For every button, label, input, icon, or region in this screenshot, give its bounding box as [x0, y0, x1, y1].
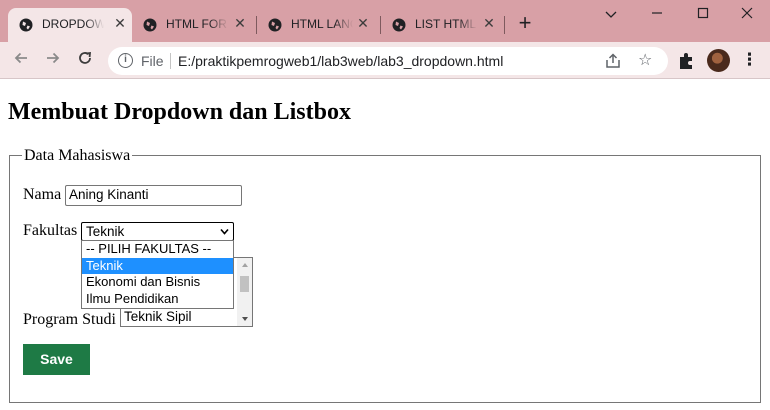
back-icon	[14, 52, 27, 64]
tab-html-lang[interactable]: HTML LANG ✕	[257, 8, 381, 42]
listbox-scrollbar[interactable]	[237, 258, 252, 326]
extensions-icon[interactable]	[676, 51, 696, 71]
tab-search-button[interactable]	[588, 0, 634, 30]
tab-list-html[interactable]: LIST HTML ✕	[381, 8, 505, 42]
back-button[interactable]	[10, 50, 32, 72]
fakultas-selected-value: Teknik	[86, 224, 125, 239]
maximize-button[interactable]	[680, 0, 726, 30]
forward-button[interactable]	[42, 50, 64, 72]
dropdown-option[interactable]: -- PILIH FAKULTAS --	[82, 241, 233, 258]
dropdown-option[interactable]: Ilmu Pendidikan	[82, 291, 233, 308]
globe-icon	[268, 18, 282, 32]
close-tab-icon[interactable]: ✕	[355, 15, 371, 31]
close-icon	[741, 7, 753, 19]
share-icon[interactable]	[604, 52, 622, 70]
close-tab-icon[interactable]: ✕	[112, 15, 128, 31]
chevron-down-icon	[220, 228, 229, 235]
close-tab-icon[interactable]: ✕	[232, 15, 248, 31]
tab-html-form[interactable]: HTML FORM ✕	[132, 8, 256, 42]
minimize-icon	[652, 12, 662, 14]
dropdown-option-selected[interactable]: Teknik	[82, 257, 233, 274]
address-bar[interactable]: i File E:/praktikpemrogweb1/lab3web/lab3…	[108, 47, 668, 75]
star-icon[interactable]: ☆	[638, 50, 652, 69]
save-button[interactable]: Save	[23, 344, 90, 375]
tab-strip: DROPDOWN ✕ HTML FORM ✕ HTML LANG ✕ LIST …	[0, 0, 770, 42]
fieldset-legend: Data Mahasiswa	[22, 147, 133, 165]
chevron-down-icon	[605, 11, 617, 18]
tab-dropdown[interactable]: DROPDOWN ✕	[8, 8, 132, 42]
nama-label: Nama	[23, 186, 62, 203]
scrollbar-thumb[interactable]	[240, 276, 249, 292]
tab-separator	[504, 16, 505, 34]
new-tab-button[interactable]: +	[514, 12, 536, 34]
fakultas-dropdown-list: -- PILIH FAKULTAS -- Teknik Ekonomi dan …	[81, 240, 234, 309]
info-icon[interactable]: i	[118, 53, 133, 68]
nama-input[interactable]: Aning Kinanti	[65, 185, 242, 206]
tab-title: LIST HTML	[415, 17, 477, 31]
minimize-button[interactable]	[634, 0, 680, 30]
reload-button[interactable]	[74, 50, 96, 72]
globe-icon	[19, 18, 33, 32]
scheme-label: File	[141, 53, 164, 69]
tab-title: DROPDOWN	[42, 17, 104, 31]
avatar[interactable]	[707, 49, 730, 72]
dropdown-option[interactable]: Ekonomi dan Bisnis	[82, 274, 233, 291]
list-item[interactable]: Teknik Sipil	[124, 309, 192, 324]
scroll-down-icon[interactable]	[242, 317, 248, 321]
fakultas-select[interactable]: Teknik	[81, 222, 234, 241]
browser-toolbar: i File E:/praktikpemrogweb1/lab3web/lab3…	[0, 42, 770, 79]
fakultas-label: Fakultas	[23, 222, 78, 239]
program-studi-label: Program Studi	[23, 311, 116, 328]
forward-icon	[47, 52, 60, 64]
tab-title: HTML FORM	[166, 17, 228, 31]
url-text[interactable]: E:/praktikpemrogweb1/lab3web/lab3_dropdo…	[178, 53, 503, 69]
globe-icon	[392, 18, 406, 32]
tab-title: HTML LANG	[291, 17, 353, 31]
scroll-up-icon[interactable]	[242, 263, 248, 267]
close-window-button[interactable]	[724, 0, 770, 30]
reload-icon	[79, 51, 92, 64]
maximize-icon	[697, 7, 709, 19]
globe-icon	[143, 18, 157, 32]
address-separator	[170, 53, 171, 69]
page-title: Membuat Dropdown dan Listbox	[8, 99, 351, 125]
menu-icon[interactable]: ⋮	[741, 50, 758, 70]
close-tab-icon[interactable]: ✕	[481, 15, 497, 31]
